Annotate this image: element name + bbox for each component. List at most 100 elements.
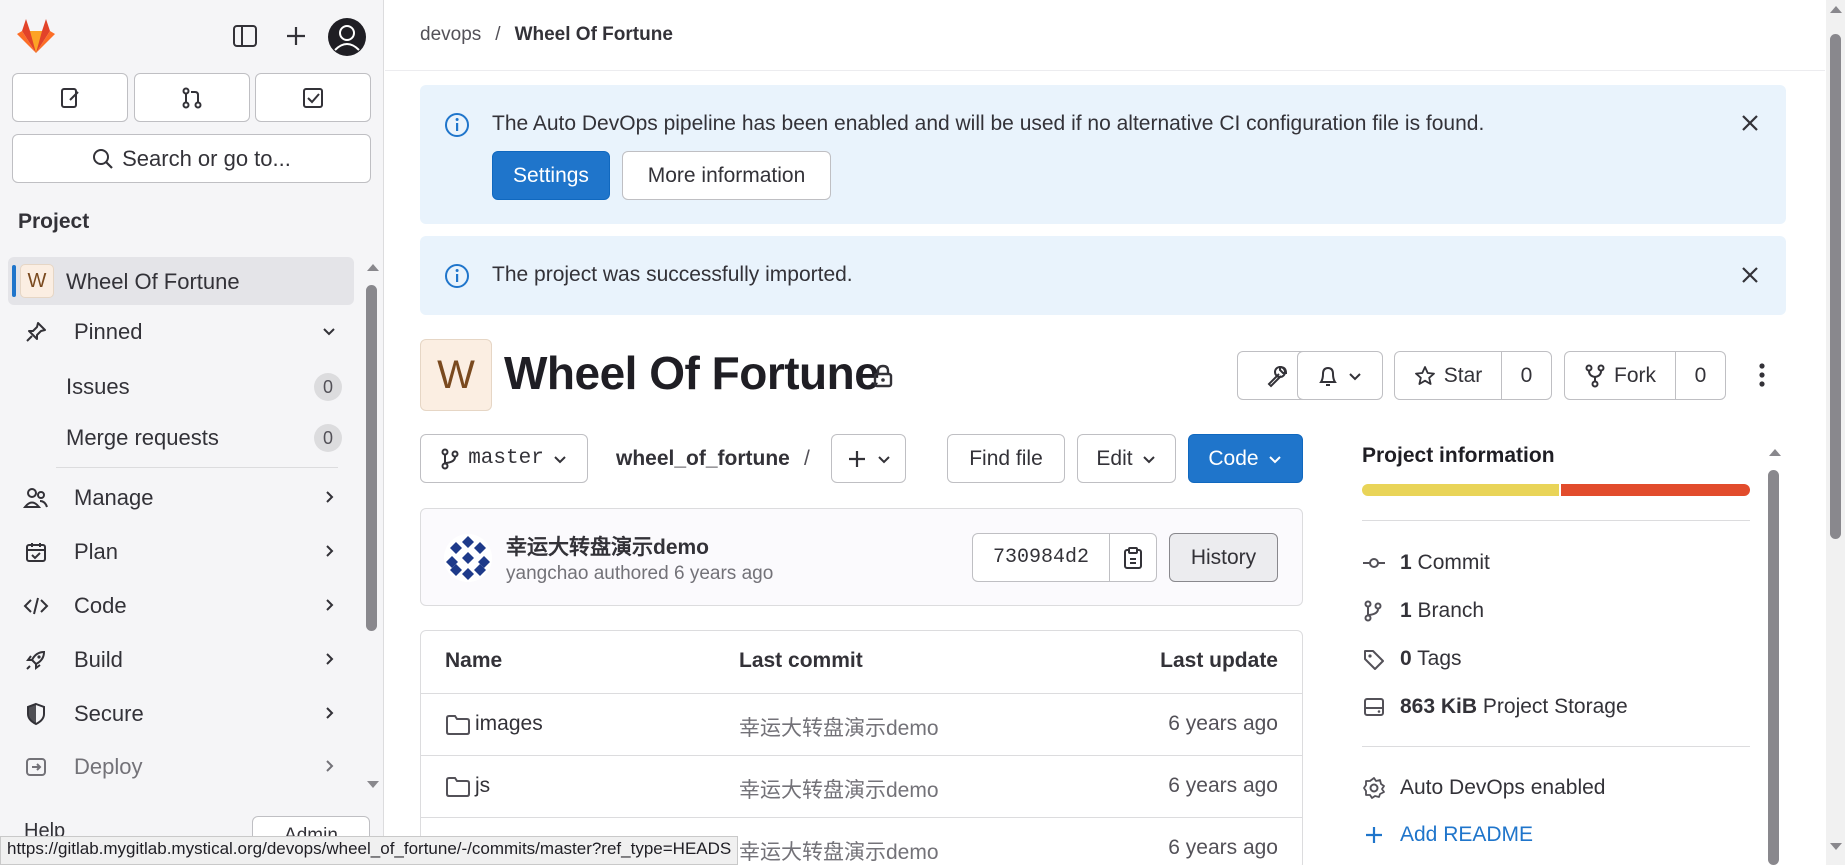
- user-avatar[interactable]: [328, 18, 366, 56]
- panel-scrollbar-thumb[interactable]: [1768, 470, 1779, 865]
- last-commit-box: 幸运大转盘演示demo yangchao authored 6 years ag…: [420, 508, 1303, 606]
- commit-author-avatar[interactable]: [444, 534, 492, 582]
- sidebar-scrollbar-thumb[interactable]: [366, 285, 377, 631]
- file-last-update: 6 years ago: [1168, 836, 1278, 859]
- auto-devops-alert-text: The Auto DevOps pipeline has been enable…: [492, 112, 1485, 135]
- star-button[interactable]: Star: [1394, 351, 1502, 400]
- project-info-title: Project information: [1362, 444, 1555, 467]
- chevron-right-icon: [320, 596, 338, 614]
- sidebar-item-label: Pinned: [74, 319, 143, 344]
- scroll-up-arrow-icon[interactable]: [366, 262, 380, 272]
- sidebar-item-code[interactable]: Code: [8, 582, 354, 630]
- scroll-down-arrow-icon[interactable]: [366, 780, 380, 790]
- find-file-label: Find file: [969, 446, 1043, 470]
- breadcrumb: devops / Wheel Of Fortune: [420, 24, 673, 46]
- breadcrumb-current[interactable]: Wheel Of Fortune: [515, 24, 673, 46]
- sidebar-item-secure[interactable]: Secure: [8, 690, 354, 738]
- sidebar-item-merge-requests[interactable]: Merge requests 0: [8, 413, 354, 461]
- language-bar-segment[interactable]: [1560, 484, 1750, 496]
- sidebar-item-label: Merge requests: [66, 425, 219, 450]
- commits-link[interactable]: 1 Commit: [1362, 551, 1490, 575]
- branches-link[interactable]: 1 Branch: [1362, 599, 1484, 623]
- sidebar-item-deploy[interactable]: Deploy: [8, 743, 354, 791]
- sidebar-item-project[interactable]: W Wheel Of Fortune: [8, 257, 354, 305]
- fork-count-value: 0: [1694, 363, 1707, 387]
- scroll-down-arrow-icon[interactable]: [1829, 842, 1843, 852]
- active-indicator: [12, 265, 16, 297]
- more-information-button[interactable]: More information: [622, 151, 831, 200]
- gitlab-logo-icon[interactable]: [16, 16, 56, 54]
- file-last-commit[interactable]: 幸运大转盘演示demo: [739, 712, 939, 742]
- language-bar-segment[interactable]: [1362, 484, 1559, 496]
- search-placeholder: Search or go to...: [122, 145, 291, 171]
- star-count-value: 0: [1520, 363, 1533, 387]
- sidebar-item-issues[interactable]: Issues 0: [8, 362, 354, 410]
- scroll-up-arrow-icon[interactable]: [1768, 447, 1782, 457]
- file-name[interactable]: js: [475, 774, 490, 798]
- sidebar-item-label: Manage: [74, 485, 154, 510]
- search-input[interactable]: Search or go to...: [12, 134, 371, 183]
- file-last-commit[interactable]: 幸运大转盘演示demo: [739, 836, 939, 865]
- find-file-button[interactable]: Find file: [947, 434, 1065, 483]
- tags-link[interactable]: 0 Tags: [1362, 647, 1462, 671]
- branch-selector[interactable]: master: [420, 434, 588, 483]
- sidebar-item-label: Plan: [74, 539, 119, 564]
- new-item-plus-icon[interactable]: [284, 24, 308, 48]
- branch-name: master: [468, 447, 544, 470]
- fork-button[interactable]: Fork: [1564, 351, 1676, 400]
- chevron-right-icon: [320, 542, 338, 560]
- file-last-commit[interactable]: 幸运大转盘演示demo: [739, 774, 939, 804]
- info-icon: [444, 112, 470, 138]
- page-scrollbar-thumb[interactable]: [1830, 34, 1841, 539]
- sidebar-item-build[interactable]: Build: [8, 636, 354, 684]
- deploy-icon: [22, 755, 50, 779]
- file-name[interactable]: images: [475, 712, 543, 736]
- breadcrumb-separator: /: [495, 24, 501, 45]
- settings-button[interactable]: Settings: [492, 151, 610, 200]
- copy-sha-button[interactable]: [1109, 533, 1157, 582]
- history-button[interactable]: History: [1169, 533, 1278, 582]
- branch-icon: [441, 448, 459, 469]
- commit-time: 6 years ago: [673, 563, 774, 584]
- merge-requests-button[interactable]: [134, 73, 250, 122]
- file-last-update: 6 years ago: [1168, 712, 1278, 735]
- todo-list-button[interactable]: [255, 73, 371, 122]
- close-icon[interactable]: [1740, 265, 1760, 285]
- table-row[interactable]: images 幸运大转盘演示demo 6 years ago: [421, 694, 1302, 756]
- sidebar-item-plan[interactable]: Plan: [8, 528, 354, 576]
- issues-icon: [61, 87, 79, 108]
- issues-count-badge: 0: [314, 373, 342, 401]
- scroll-up-arrow-icon[interactable]: [1829, 4, 1843, 14]
- column-header-last-commit: Last commit: [739, 649, 863, 672]
- settings-button-label: Settings: [513, 163, 589, 187]
- assigned-issues-button[interactable]: [12, 73, 128, 122]
- add-to-tree-dropdown[interactable]: [831, 434, 906, 483]
- fork-label: Fork: [1614, 363, 1656, 387]
- commit-sha[interactable]: 730984d2: [972, 533, 1110, 582]
- sidebar-item-manage[interactable]: Manage: [8, 474, 354, 522]
- repo-path-separator: /: [804, 447, 810, 470]
- add-readme-link[interactable]: Add README: [1362, 823, 1533, 847]
- branch-icon: [1364, 600, 1382, 622]
- breadcrumb-parent[interactable]: devops: [420, 24, 481, 46]
- sidebar-item-label: Code: [74, 593, 127, 618]
- rocket-icon: [22, 648, 50, 672]
- notifications-dropdown[interactable]: [1297, 351, 1383, 400]
- sidebar-toggle-icon[interactable]: [232, 24, 258, 48]
- auto-devops-status[interactable]: Auto DevOps enabled: [1362, 776, 1605, 800]
- chevron-down-icon: [1142, 455, 1155, 463]
- commit-message[interactable]: 幸运大转盘演示demo: [506, 531, 709, 561]
- edit-dropdown[interactable]: Edit: [1077, 434, 1176, 483]
- storage-link[interactable]: 863 KiB Project Storage: [1362, 695, 1628, 719]
- fork-count[interactable]: 0: [1675, 351, 1726, 400]
- code-dropdown[interactable]: Code: [1188, 434, 1303, 483]
- info-divider: [1362, 520, 1750, 521]
- close-icon[interactable]: [1740, 113, 1760, 133]
- more-actions-icon[interactable]: [1752, 362, 1772, 388]
- table-row[interactable]: js 幸运大转盘演示demo 6 years ago: [421, 756, 1302, 818]
- star-count[interactable]: 0: [1501, 351, 1552, 400]
- sidebar-item-pinned[interactable]: Pinned: [8, 308, 354, 356]
- calendar-icon: [22, 540, 50, 564]
- commit-author[interactable]: yangchao: [506, 563, 588, 584]
- repo-path[interactable]: wheel_of_fortune: [616, 447, 790, 471]
